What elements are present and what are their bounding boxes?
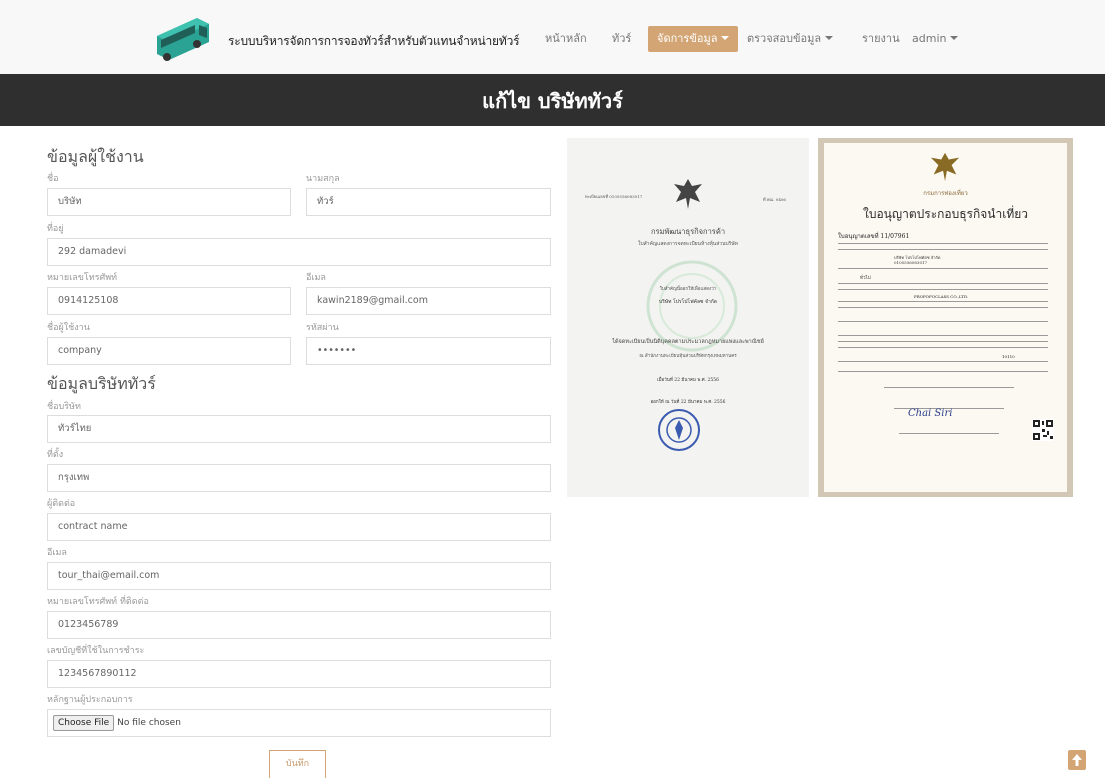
phone-input[interactable]: 0914125108 [47,287,291,315]
address-label: ที่อยู่ [47,224,64,234]
contact-label: ผู้ติดต่อ [47,499,76,509]
username-input[interactable]: company [47,337,291,365]
first-name-input[interactable]: บริษัท [47,188,291,216]
blue-stamp-icon [658,409,700,451]
email-label: อีเมล [306,273,326,283]
doc2-line [838,341,1048,342]
email-input[interactable]: kawin2189@gmail.com [306,287,551,315]
company-name-input[interactable]: ทัวร์ไทย [47,415,551,443]
nav-check-data[interactable]: ตรวจสอบข้อมูล [747,26,834,52]
garuda-emblem-icon [930,152,960,182]
nav-manage-data[interactable]: จัดการข้อมูล [648,26,739,52]
doc2-area: ทั่วไป [860,276,871,281]
doc1-reg-no: ทะเบียนเลขที่ 0105556083017 [585,194,643,199]
back-to-top-button[interactable] [1068,750,1086,770]
doc2-line [838,249,1048,250]
address-input[interactable]: 292 damadevi [47,238,551,266]
tour-license-document: กรมการท่องเที่ยว ใบอนุญาตประกอบธุรกิจนำเ… [818,138,1073,497]
password-input[interactable]: ••••••• [306,337,551,365]
chevron-down-icon [825,36,834,40]
password-label: รหัสผ่าน [306,323,339,333]
doc2-zip: 10110 [1002,354,1015,359]
nav-admin-label: admin [912,32,947,45]
doc2-department: กรมการท่องเที่ยว [923,190,968,197]
evidence-label: หลักฐานผู้ประกอบการ [47,695,133,705]
file-status: No file chosen [117,718,181,728]
first-name-label: ชื่อ [47,174,59,184]
last-name-input[interactable]: ทัวร์ [306,188,551,216]
username-label: ชื่อผู้ใช้งาน [47,323,90,333]
doc2-title: ใบอนุญาตประกอบธุรกิจนำเที่ยว [862,207,1029,221]
chevron-down-icon [950,36,959,40]
company-email-input[interactable]: tour_thai@email.com [47,562,551,590]
doc2-license-number: ใบอนุญาตเลขที่ 11/07961 [838,233,910,240]
company-registration-document: ทะเบียนเลขที่ 0105556083017 ที่ พณ. 0406… [567,138,809,497]
doc2-line [838,283,1048,284]
user-section-title: ข้อมูลผู้ใช้งาน [47,147,144,166]
last-name-label: นามสกุล [306,174,340,184]
nav-report[interactable]: รายงาน [862,26,900,52]
tour-license-paper: กรมการท่องเที่ยว ใบอนุญาตประกอบธุรกิจนำเ… [824,143,1067,492]
nav-manage-data-label: จัดการข้อมูล [657,32,718,45]
nav-check-data-label: ตรวจสอบข้อมูล [747,32,822,45]
doc2-line [838,243,1048,244]
doc1-subtitle: ใบสำคัญแสดงการจดทะเบียนห้างหุ้นส่วนบริษั… [638,241,738,247]
doc1-date-issued: ออกให้ ณ วันที่ 22 มีนาคม พ.ศ. 2556 [650,400,726,405]
page-title: แก้ไข บริษัททัวร์ [482,89,623,113]
contact-phone-label: หมายเลขโทรศัพท์ ที่ติดต่อ [47,597,149,607]
contact-phone-input[interactable]: 0123456789 [47,611,551,639]
doc2-line [838,307,1048,308]
brand-title[interactable]: ระบบบริหารจัดการการจองทัวร์สำหรับตัวแทนจ… [228,32,520,51]
doc1-office: ณ สำนักงานทะเบียนหุ้นส่วนบริษัทกรุงเทพมห… [639,354,737,359]
doc2-line [838,301,1048,302]
company-name-label: ชื่อบริษัท [47,402,81,412]
company-email-label: อีเมล [47,548,67,558]
doc2-line [884,387,1014,388]
evidence-file-input[interactable]: Choose File No file chosen [47,709,551,737]
doc2-registration-number: 0105556083017 [894,260,928,265]
location-label: ที่ตั้ง [47,450,64,460]
choose-file-button[interactable]: Choose File [53,715,115,731]
doc1-ref-no: ที่ พณ. 0406 [763,197,786,202]
doc1-date-registered: เมื่อวันที่ 22 มีนาคม พ.ศ. 2556 [657,378,719,383]
arrow-up-icon [1072,754,1082,766]
company-section-title: ข้อมูลบริษัททัวร์ [47,374,156,393]
chevron-down-icon [721,36,730,40]
location-input[interactable]: กรุงเทพ [47,464,551,492]
doc2-line [838,361,1048,362]
nav-admin[interactable]: admin [912,26,959,52]
page-header: แก้ไข บริษัททัวร์ [0,74,1105,126]
navbar: ระบบบริหารจัดการการจองทัวร์สำหรับตัวแทนจ… [0,0,1105,75]
doc2-line [838,347,1048,348]
nav-tours[interactable]: ทัวร์ [612,26,631,52]
doc1-department: กรมพัฒนาธุรกิจการค้า [650,227,726,236]
garuda-emblem-icon [674,179,702,209]
bus-logo-icon[interactable] [153,16,211,64]
doc2-line [838,321,1048,322]
nav-home[interactable]: หน้าหลัก [545,26,587,52]
doc1-certify: ใบสำคัญนี้ออกให้เพื่อแสดงว่า [659,287,717,292]
bank-account-label: เลขบัญชีที่ใช้ในการชำระ [47,646,145,656]
doc2-line [838,371,1048,372]
doc2-line [838,268,1048,269]
doc1-registered: ได้จดทะเบียนเป็นนิติบุคคลตามประมวลกฎหมาย… [612,339,764,345]
contact-input[interactable]: contract name [47,513,551,541]
doc2-line [838,335,1048,336]
doc2-line [838,289,1048,290]
doc2-line [899,433,999,434]
doc1-company: บริษัท โปรโปโฟคัลซ จำกัด [658,299,718,305]
bank-account-input[interactable]: 1234567890112 [47,660,551,688]
qr-code-icon [1032,419,1054,441]
doc2-signature: Chai Siri [908,408,953,419]
doc2-english-name: PROPOFOCLASS CO.,LTD. [914,294,969,299]
phone-label: หมายเลขโทรศัพท์ [47,273,118,283]
save-button[interactable]: บันทึก [269,750,326,778]
